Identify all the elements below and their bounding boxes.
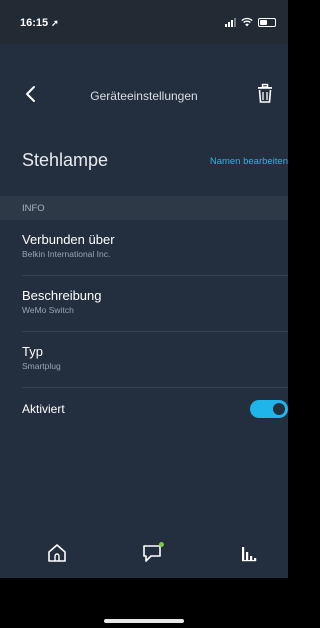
row-value: Smartplug bbox=[22, 361, 61, 371]
nav-home-button[interactable] bbox=[44, 540, 70, 566]
app-header: Geräteeinstellungen bbox=[0, 62, 288, 128]
trash-icon bbox=[258, 83, 272, 103]
info-section-header: INFO bbox=[0, 196, 288, 220]
row-label: Verbunden über bbox=[22, 232, 115, 247]
location-arrow-icon: ➚ bbox=[51, 18, 59, 28]
divider bbox=[22, 387, 288, 388]
status-time: 16:15 ➚ bbox=[20, 17, 59, 29]
home-icon bbox=[48, 544, 66, 562]
bottom-navigation bbox=[0, 528, 288, 578]
type-row[interactable]: Typ Smartplug bbox=[22, 344, 288, 371]
row-label: Beschreibung bbox=[22, 288, 102, 303]
delete-device-button[interactable] bbox=[254, 82, 276, 106]
edit-name-link[interactable]: Namen bearbeiten bbox=[210, 156, 288, 167]
connected-via-row[interactable]: Verbunden über Belkin International Inc. bbox=[22, 232, 288, 259]
enabled-label: Aktiviert bbox=[22, 402, 65, 416]
divider bbox=[22, 275, 288, 276]
row-value: Belkin International Inc. bbox=[22, 249, 111, 259]
home-indicator[interactable] bbox=[104, 619, 184, 623]
device-settings-content: Stehlampe Namen bearbeiten INFO Verbunde… bbox=[0, 128, 288, 528]
enabled-row: Aktiviert bbox=[22, 400, 288, 418]
section-label: INFO bbox=[22, 203, 45, 214]
nav-devices-button[interactable] bbox=[236, 540, 262, 566]
wifi-icon bbox=[241, 17, 253, 27]
nav-communicate-button[interactable] bbox=[139, 540, 165, 566]
battery-icon bbox=[258, 17, 276, 27]
devices-icon bbox=[242, 547, 257, 562]
status-bar: 16:15 ➚ bbox=[0, 0, 288, 44]
enabled-toggle[interactable] bbox=[250, 400, 288, 418]
description-row[interactable]: Beschreibung WeMo Switch bbox=[22, 288, 288, 315]
status-icons bbox=[225, 17, 276, 27]
page-title: Geräteeinstellungen bbox=[90, 89, 198, 103]
notification-dot bbox=[159, 542, 164, 547]
device-name: Stehlampe bbox=[22, 150, 109, 170]
signal-icon bbox=[225, 17, 236, 27]
divider bbox=[22, 331, 288, 332]
phone-screen: 16:15 ➚ Geräteeinstellungen Stehlampe Na… bbox=[0, 0, 288, 628]
row-value: WeMo Switch bbox=[22, 305, 74, 315]
row-label: Typ bbox=[22, 344, 43, 359]
status-time-text: 16:15 bbox=[20, 17, 49, 29]
